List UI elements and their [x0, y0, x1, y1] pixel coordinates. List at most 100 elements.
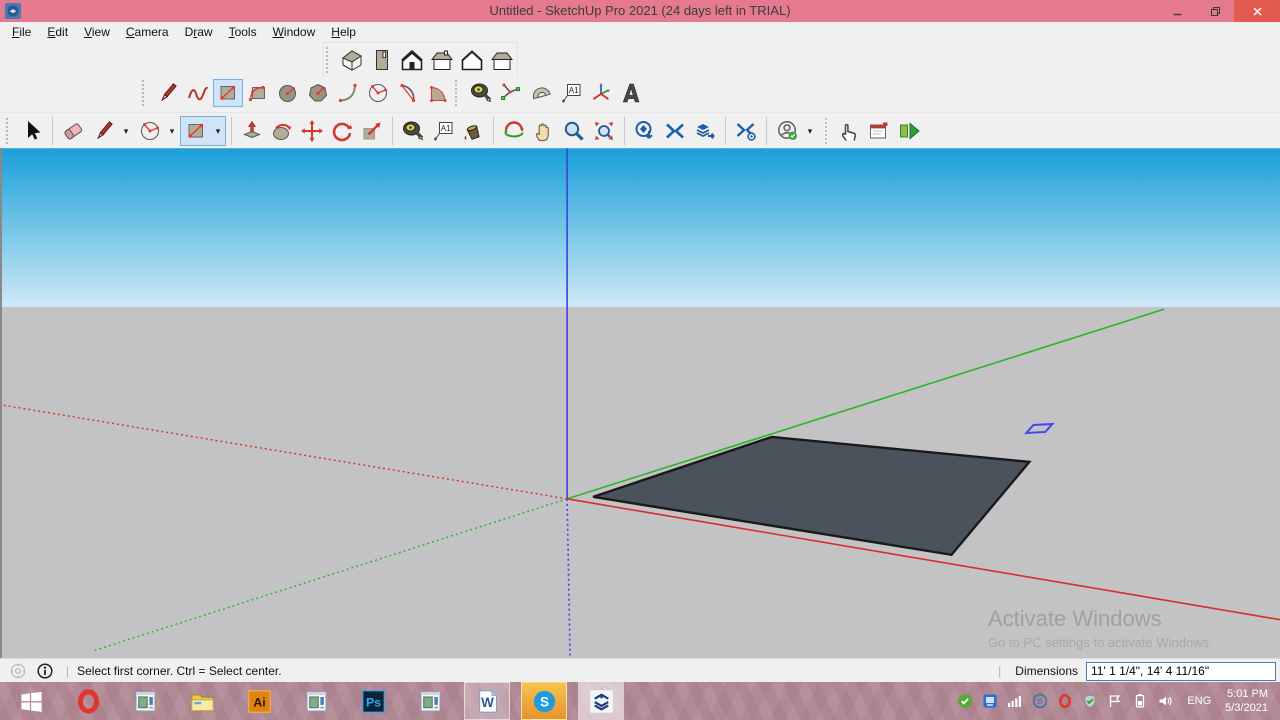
tape-measure-button[interactable] — [398, 117, 428, 145]
geolocation-icon[interactable] — [9, 662, 27, 680]
taskbar-generic-app-button[interactable] — [122, 682, 168, 720]
pan-button[interactable] — [529, 117, 559, 145]
protractor-button[interactable] — [526, 79, 556, 107]
text-button[interactable]: A1 — [556, 79, 586, 107]
view-iso-button[interactable] — [337, 46, 367, 74]
menu-camera[interactable]: Camera — [118, 23, 177, 41]
taskbar-illustrator-button[interactable]: Ai — [236, 682, 282, 720]
toolbar-drag-handle[interactable] — [455, 80, 462, 106]
scale-button[interactable] — [357, 117, 387, 145]
taskbar-opera-button[interactable] — [65, 682, 111, 720]
eraser-button[interactable] — [58, 117, 88, 145]
pie-caret-button[interactable]: ▾ — [165, 117, 179, 145]
viewport-scene[interactable] — [2, 148, 1280, 658]
close-button[interactable] — [1234, 0, 1280, 22]
toolbar-drag-handle[interactable] — [142, 80, 149, 106]
pan-icon — [532, 119, 556, 143]
line-button[interactable] — [153, 79, 183, 107]
speaker-icon[interactable] — [1157, 693, 1173, 709]
signal-icon[interactable] — [1007, 693, 1023, 709]
toolbar-drag-handle[interactable] — [6, 118, 13, 144]
axes-button[interactable] — [586, 79, 616, 107]
arc-button[interactable] — [333, 79, 363, 107]
move-button[interactable] — [297, 117, 327, 145]
text-button[interactable]: A1 — [428, 117, 458, 145]
freehand-button[interactable] — [183, 79, 213, 107]
tape-measure-icon — [469, 81, 493, 105]
menu-view[interactable]: View — [76, 23, 118, 41]
line-caret-button[interactable]: ▾ — [119, 117, 133, 145]
view-top-button[interactable] — [367, 46, 397, 74]
monitor-app-icon[interactable] — [982, 693, 998, 709]
tape-measure-button[interactable] — [466, 79, 496, 107]
view-left-button[interactable] — [487, 46, 517, 74]
dimensions-input[interactable] — [1086, 661, 1276, 681]
extension-warehouse-button[interactable] — [731, 117, 761, 145]
share-model-button[interactable] — [660, 117, 690, 145]
menu-tools[interactable]: Tools — [221, 23, 265, 41]
window-controls — [1158, 0, 1280, 22]
taskbar-file-explorer-button[interactable] — [179, 682, 225, 720]
status-bar: | Select first corner. Ctrl = Select cen… — [0, 658, 1280, 683]
taskbar-start-button[interactable] — [8, 682, 54, 720]
menu-file[interactable]: File — [4, 23, 39, 41]
hand-pointer-button[interactable] — [834, 117, 864, 145]
sign-in-caret-button[interactable]: ▾ — [803, 117, 817, 145]
polygon-button[interactable] — [303, 79, 333, 107]
menu-draw[interactable]: Draw — [177, 23, 221, 41]
window-title: Untitled - SketchUp Pro 2021 (24 days le… — [489, 3, 791, 18]
shield-check-icon[interactable] — [1082, 693, 1098, 709]
flag-icon[interactable] — [1107, 693, 1123, 709]
green-check-icon[interactable] — [957, 693, 973, 709]
rectangle-caret-button[interactable]: ▾ — [211, 117, 225, 145]
pie-button[interactable] — [363, 79, 393, 107]
share-component-button[interactable] — [690, 117, 720, 145]
view-back-button[interactable] — [457, 46, 487, 74]
get-models-button[interactable] — [630, 117, 660, 145]
taskbar-generic-app-button[interactable] — [407, 682, 453, 720]
taskbar-clock[interactable]: 5:01 PM 5/3/2021 — [1225, 687, 1268, 716]
rotated-rectangle-button[interactable] — [243, 79, 273, 107]
view-right-button[interactable] — [427, 46, 457, 74]
zoom-button[interactable] — [559, 117, 589, 145]
battery-icon[interactable] — [1132, 693, 1148, 709]
info-icon[interactable] — [36, 662, 54, 680]
circle-button[interactable] — [273, 79, 303, 107]
taskbar-skype-button[interactable]: S — [521, 682, 567, 720]
menu-window[interactable]: Window — [265, 23, 324, 41]
opera-mini-icon[interactable] — [1057, 693, 1073, 709]
view-front-button[interactable] — [397, 46, 427, 74]
restore-button[interactable] — [1196, 0, 1234, 22]
hand-pointer-icon — [837, 119, 861, 143]
pie-button[interactable] — [135, 117, 165, 145]
dimension-button[interactable] — [496, 79, 526, 107]
rotate-button[interactable] — [327, 117, 357, 145]
orbit-button[interactable] — [499, 117, 529, 145]
taskbar-photoshop-button[interactable]: Ps — [350, 682, 396, 720]
push-pull-button[interactable] — [237, 117, 267, 145]
menu-help[interactable]: Help — [323, 23, 364, 41]
taskbar-sketchup-button[interactable] — [578, 682, 624, 720]
rectangle-button[interactable] — [213, 79, 243, 107]
paint-bucket-button[interactable] — [458, 117, 488, 145]
follow-me-button[interactable] — [267, 117, 297, 145]
modeling-viewport[interactable]: Activate Windows Go to PC settings to ac… — [0, 148, 1280, 658]
three-d-text-button[interactable] — [616, 79, 646, 107]
line-button[interactable] — [89, 117, 119, 145]
select-button[interactable] — [17, 117, 47, 145]
taskbar-generic-app-button[interactable] — [293, 682, 339, 720]
three-point-arc-icon — [426, 81, 450, 105]
rectangle-button[interactable] — [181, 117, 211, 145]
toolbar-drag-handle[interactable] — [326, 47, 333, 73]
language-indicator[interactable]: ENG — [1187, 695, 1211, 707]
menu-edit[interactable]: Edit — [39, 23, 76, 41]
minimize-button[interactable] — [1158, 0, 1196, 22]
sign-in-button[interactable] — [773, 117, 803, 145]
dell-icon[interactable]: D — [1032, 693, 1048, 709]
send-to-layout-button[interactable] — [894, 117, 924, 145]
two-point-arc-button[interactable] — [393, 79, 423, 107]
taskbar-word-button[interactable]: W — [464, 682, 510, 720]
three-point-arc-button[interactable] — [423, 79, 453, 107]
zoom-extents-button[interactable] — [589, 117, 619, 145]
instructor-button[interactable] — [864, 117, 894, 145]
